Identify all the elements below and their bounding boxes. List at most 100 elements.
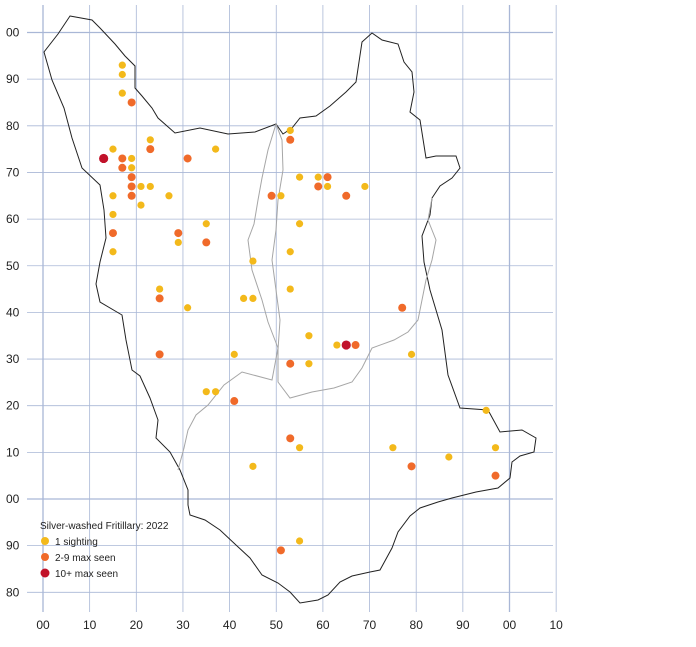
sighting-point-one <box>295 537 304 545</box>
district-boundary <box>177 123 279 471</box>
sighting-point-one <box>109 210 117 219</box>
sighting-point-mid <box>202 238 211 247</box>
sighting-point-one <box>305 332 313 340</box>
sighting-point-mid <box>127 191 136 200</box>
sighting-point-one <box>239 294 248 303</box>
y-tick-label: 60 <box>6 212 20 226</box>
x-tick-label: 20 <box>130 618 144 632</box>
sighting-point-mid <box>323 173 332 182</box>
sighting-point-one <box>491 444 500 452</box>
legend-label-mid: 2-9 max seen <box>55 553 116 564</box>
y-tick-label: 30 <box>6 352 20 366</box>
sighting-point-one <box>361 182 369 191</box>
y-tick-label: 90 <box>6 539 20 553</box>
legend-marker-high <box>40 568 50 578</box>
sighting-point-mid <box>286 359 295 368</box>
sighting-point-mid <box>155 294 164 303</box>
sighting-point-one <box>286 285 294 293</box>
sighting-point-one <box>407 350 416 358</box>
x-tick-label: 60 <box>316 618 330 632</box>
y-tick-label: 00 <box>6 26 20 40</box>
sighting-point-one <box>295 444 304 452</box>
legend-label-one: 1 sighting <box>55 537 98 548</box>
sighting-point-one <box>286 126 294 135</box>
sighting-points <box>99 61 500 555</box>
legend-title: Silver-washed Fritillary: 2022 <box>40 521 169 532</box>
legend-marker-mid <box>41 553 49 561</box>
sighting-point-one <box>137 182 145 191</box>
x-tick-label: 50 <box>270 618 284 632</box>
y-tick-label: 80 <box>6 119 20 133</box>
sighting-point-mid <box>230 397 239 406</box>
sighting-point-one <box>212 388 220 396</box>
sighting-point-one <box>137 201 145 209</box>
sighting-point-mid <box>342 191 351 200</box>
sighting-point-mid <box>351 341 360 350</box>
y-tick-label: 90 <box>6 72 20 86</box>
x-tick-label: 00 <box>503 618 517 632</box>
y-tick-label: 20 <box>6 399 20 413</box>
y-tick-label: 40 <box>6 305 20 319</box>
sighting-point-one <box>156 285 164 293</box>
legend: Silver-washed Fritillary: 2022 1 sightin… <box>40 521 169 580</box>
sighting-point-one <box>146 182 154 191</box>
sighting-point-mid <box>183 154 192 163</box>
sighting-point-high <box>341 340 351 350</box>
sighting-point-mid <box>286 434 295 443</box>
y-axis-ticks: 00 90 80 70 60 50 40 30 20 10 00 90 80 <box>6 26 20 600</box>
sighting-point-mid <box>118 163 127 172</box>
sighting-point-one <box>314 173 322 181</box>
x-tick-label: 10 <box>549 618 563 632</box>
sighting-point-one <box>333 341 341 349</box>
sighting-point-one <box>202 220 210 228</box>
sighting-point-one <box>445 453 453 461</box>
county-outline <box>43 15 537 604</box>
y-tick-label: 80 <box>6 585 20 599</box>
sighting-point-one <box>230 350 238 358</box>
sighting-point-one <box>323 182 332 191</box>
sighting-point-one <box>165 192 173 200</box>
sighting-point-one <box>146 136 154 144</box>
sighting-point-one <box>249 294 257 303</box>
sighting-point-one <box>249 257 257 265</box>
sighting-point-one <box>277 192 285 200</box>
sighting-point-one <box>118 70 126 79</box>
y-tick-label: 70 <box>6 165 20 179</box>
sighting-point-mid <box>407 462 416 471</box>
sighting-point-one <box>249 462 257 470</box>
sighting-point-one <box>305 360 313 368</box>
legend-label-high: 10+ max seen <box>55 569 118 580</box>
sighting-point-mid <box>267 191 276 200</box>
x-tick-label: 70 <box>363 618 377 632</box>
sighting-point-one <box>286 248 294 256</box>
x-tick-label: 80 <box>410 618 424 632</box>
sighting-point-mid <box>108 229 117 238</box>
sighting-point-mid <box>286 135 295 144</box>
sighting-point-mid <box>314 182 323 191</box>
sighting-point-mid <box>146 145 155 154</box>
sighting-point-one <box>109 248 117 256</box>
sighting-point-mid <box>127 182 136 191</box>
sighting-point-one <box>184 304 192 312</box>
y-tick-label: 00 <box>6 492 20 506</box>
sighting-point-mid <box>491 471 500 480</box>
sighting-point-one <box>118 61 126 69</box>
legend-marker-one <box>41 537 49 545</box>
sighting-point-one <box>109 192 117 200</box>
distribution-map: 00 10 20 30 40 50 60 70 80 90 00 10 00 90 80 70 60 50 40 3… <box>6 5 563 632</box>
sighting-point-one <box>174 238 182 247</box>
sighting-point-mid <box>276 546 285 555</box>
sighting-point-high <box>99 153 109 164</box>
sighting-point-one <box>295 173 304 181</box>
x-axis-ticks: 00 10 20 30 40 50 60 70 80 90 00 10 <box>36 618 563 632</box>
sighting-point-one <box>482 406 490 414</box>
sighting-point-one <box>212 145 220 153</box>
sighting-point-mid <box>155 350 164 359</box>
x-tick-label: 40 <box>223 618 237 632</box>
sighting-point-one <box>118 89 126 97</box>
sighting-point-one <box>389 444 397 452</box>
sighting-point-mid <box>127 173 136 182</box>
sighting-point-one <box>202 388 210 396</box>
sighting-point-one <box>128 154 136 163</box>
sighting-point-mid <box>118 154 127 163</box>
